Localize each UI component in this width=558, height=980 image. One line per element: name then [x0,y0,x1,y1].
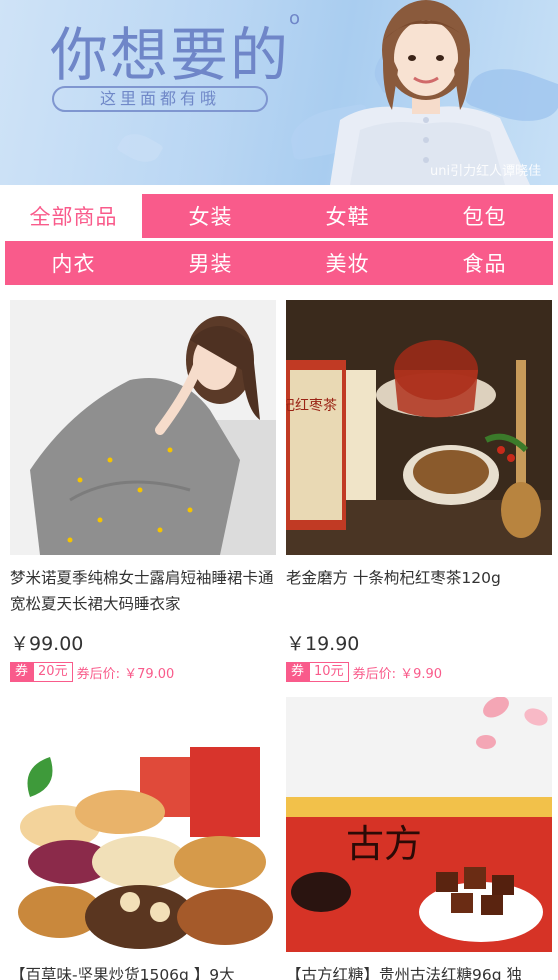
category-tab-bags[interactable]: 包包 [416,194,553,238]
product-card[interactable]: 古方 【古方红糖】贵州古法红糖96g 独 [286,696,552,980]
model-photo [330,0,530,185]
category-tab-food[interactable]: 食品 [416,241,553,285]
product-image[interactable]: 枸杞红枣茶 [267,300,552,555]
product-name[interactable]: 【古方红糖】贵州古法红糖96g 独 [286,962,552,980]
coupon-amount: 10元 [309,662,349,682]
coupon-tag: 券 [10,662,34,682]
promo-banner[interactable]: 你想要的 o 这里面都有哦 uni引力红人谭晓佳 [0,0,558,185]
sugar-brand-text: 古方 [346,822,422,866]
product-image[interactable] [10,697,276,952]
banner-title: 你想要的 o [50,8,303,89]
coupon-row: 券 10元 券后价: ￥9.90 [286,662,552,682]
coupon-tag: 券 [286,662,310,682]
after-coupon-price: 券后价: ￥79.00 [76,666,175,682]
coupon-row: 券 20元 券后价: ￥79.00 [10,662,276,682]
coupon-amount: 20元 [33,662,73,682]
category-tab-all[interactable]: 全部商品 [5,194,142,238]
product-price: ￥19.90 [286,633,360,655]
category-divider [5,238,553,241]
category-tab-beauty[interactable]: 美妆 [279,241,416,285]
product-name[interactable]: 老金磨方 十条枸杞红枣茶120g [286,565,552,619]
category-tab-underwear[interactable]: 内衣 [5,241,142,285]
product-name[interactable]: 【百草味-坚果炒货1506g 】9大 [10,962,276,980]
product-card[interactable]: 枸杞红枣茶 老金磨方 十条枸杞红枣茶120g ￥19.90 券 10元 券后价:… [267,300,552,682]
leaf-decoration [116,126,164,170]
product-image[interactable]: 古方 [286,696,552,952]
product-card[interactable]: 【百草味-坚果炒货1506g 】9大 [10,697,276,980]
tea-box-text: 枸杞红枣茶 [286,398,337,414]
category-tab-womens-clothing[interactable]: 女装 [142,194,279,238]
banner-subtitle: 这里面都有哦 [52,86,268,112]
after-coupon-price: 券后价: ￥9.90 [352,666,443,682]
product-price: ￥99.00 [10,633,84,655]
product-image[interactable] [10,300,276,555]
banner-caption: uni引力红人谭晓佳 [430,164,542,179]
product-name[interactable]: 梦米诺夏季纯棉女士露肩短袖睡裙卡通宽松夏天长裙大码睡衣家 [10,565,276,619]
product-card[interactable]: 梦米诺夏季纯棉女士露肩短袖睡裙卡通宽松夏天长裙大码睡衣家 ￥99.00 券 20… [10,300,276,682]
category-tab-mens-clothing[interactable]: 男装 [142,241,279,285]
category-tab-womens-shoes[interactable]: 女鞋 [279,194,416,238]
